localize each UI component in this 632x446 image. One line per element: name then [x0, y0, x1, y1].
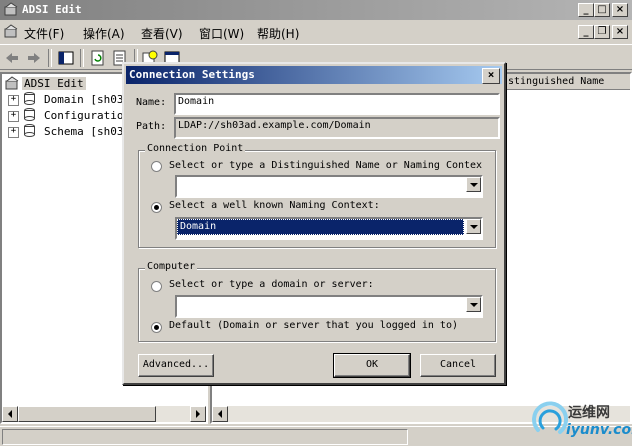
scroll-right-button[interactable]	[190, 406, 206, 422]
toolbar-separator	[48, 49, 52, 67]
path-label: Path:	[136, 121, 167, 132]
expand-icon[interactable]: +	[8, 127, 19, 138]
maximize-button[interactable]: □	[594, 3, 610, 17]
computer-title: Computer	[145, 261, 198, 272]
path-field: LDAP://sh03ad.example.com/Domain	[174, 117, 500, 139]
tree-item-schema[interactable]: Schema [sh03a	[44, 125, 130, 138]
close-window-button[interactable]: ×	[612, 3, 628, 17]
arrow-left-icon	[8, 410, 12, 418]
naming-context-combo[interactable]: Domain	[175, 217, 483, 240]
dropdown-arrow-icon[interactable]	[466, 297, 481, 312]
radio-domain-or-server-label[interactable]: Select or type a domain or server:	[169, 279, 374, 290]
column-header-distinguished-name[interactable]: stinguished Name	[508, 76, 604, 87]
child-close-button[interactable]: ×	[612, 25, 628, 39]
forward-arrow-icon[interactable]	[26, 50, 42, 66]
name-label: Name:	[136, 97, 167, 108]
back-arrow-icon[interactable]	[4, 50, 20, 66]
menu-bar: 文件(F) 操作(A) 查看(V) 窗口(W) 帮助(H) _ ❐ ×	[0, 21, 632, 43]
expand-icon[interactable]: +	[8, 95, 19, 106]
computer-group: Computer Select or type a domain or serv…	[138, 261, 496, 342]
name-field[interactable]: Domain	[174, 93, 500, 115]
radio-distinguished-name-label[interactable]: Select or type a Distinguished Name or N…	[169, 160, 482, 171]
refresh-icon[interactable]	[90, 50, 106, 66]
child-minimize-button[interactable]: _	[578, 25, 594, 39]
radio-well-known-context-label[interactable]: Select a well known Naming Context:	[169, 200, 380, 211]
dropdown-arrow-icon[interactable]	[466, 219, 481, 234]
watermark-text-url: iyunv.com	[566, 422, 632, 438]
toolbar-separator	[80, 49, 84, 67]
radio-distinguished-name[interactable]	[151, 161, 162, 172]
minimize-button[interactable]: _	[578, 3, 594, 17]
ok-button[interactable]: OK	[333, 353, 411, 378]
menu-view[interactable]: 查看(V)	[141, 25, 183, 42]
site-watermark: 运维网 iyunv.com	[530, 398, 632, 446]
tree-root[interactable]: ADSI Edit	[22, 77, 86, 90]
tree-item-configuration[interactable]: Configuration	[44, 109, 130, 122]
radio-domain-or-server[interactable]	[151, 281, 162, 292]
connection-settings-dialog[interactable]: Connection Settings × Name: Domain Path:…	[122, 62, 506, 385]
main-title-bar[interactable]: ADSI Edit _ □ ×	[0, 0, 632, 20]
watermark-logo-icon	[532, 401, 568, 434]
scroll-thumb[interactable]	[18, 406, 156, 422]
expand-icon[interactable]: +	[8, 111, 19, 122]
database-icon	[24, 92, 35, 105]
radio-well-known-context[interactable]	[151, 202, 162, 213]
arrow-left-icon	[218, 410, 222, 418]
connection-point-group: Connection Point Select or type a Distin…	[138, 143, 496, 248]
radio-default-label[interactable]: Default (Domain or server that you logge…	[169, 320, 458, 331]
menu-help[interactable]: 帮助(H)	[257, 25, 299, 42]
menu-window[interactable]: 窗口(W)	[199, 25, 244, 42]
tree-item-domain[interactable]: Domain [sh03a	[44, 93, 130, 106]
watermark-text-cn: 运维网	[568, 405, 610, 421]
domain-server-value	[177, 297, 464, 311]
scroll-left-button[interactable]	[212, 406, 228, 422]
dialog-title: Connection Settings	[129, 68, 255, 81]
adsi-edit-root-icon	[5, 76, 19, 90]
distinguished-name-combo[interactable]	[175, 175, 483, 198]
tree-horizontal-scrollbar[interactable]	[2, 406, 206, 422]
database-icon	[24, 124, 35, 137]
status-panel	[2, 429, 408, 445]
naming-context-value: Domain	[177, 219, 464, 235]
window-title: ADSI Edit	[22, 3, 82, 16]
mmc-icon	[4, 24, 18, 38]
advanced-button[interactable]: Advanced...	[138, 354, 214, 377]
database-icon	[24, 108, 35, 121]
adsi-edit-icon	[4, 2, 18, 16]
distinguished-name-value	[177, 177, 464, 191]
dialog-close-button[interactable]: ×	[482, 68, 500, 84]
show-hide-tree-icon[interactable]	[58, 50, 74, 66]
dropdown-arrow-icon[interactable]	[466, 177, 481, 192]
menu-action[interactable]: 操作(A)	[83, 25, 125, 42]
dialog-title-bar[interactable]: Connection Settings ×	[126, 66, 502, 84]
child-restore-button[interactable]: ❐	[594, 25, 610, 39]
domain-server-combo[interactable]	[175, 295, 483, 318]
arrow-right-icon	[196, 410, 200, 418]
connection-point-title: Connection Point	[145, 143, 246, 154]
radio-default[interactable]	[151, 322, 162, 333]
cancel-button[interactable]: Cancel	[420, 354, 496, 377]
scroll-left-button[interactable]	[2, 406, 18, 422]
menu-file[interactable]: 文件(F)	[24, 25, 64, 42]
